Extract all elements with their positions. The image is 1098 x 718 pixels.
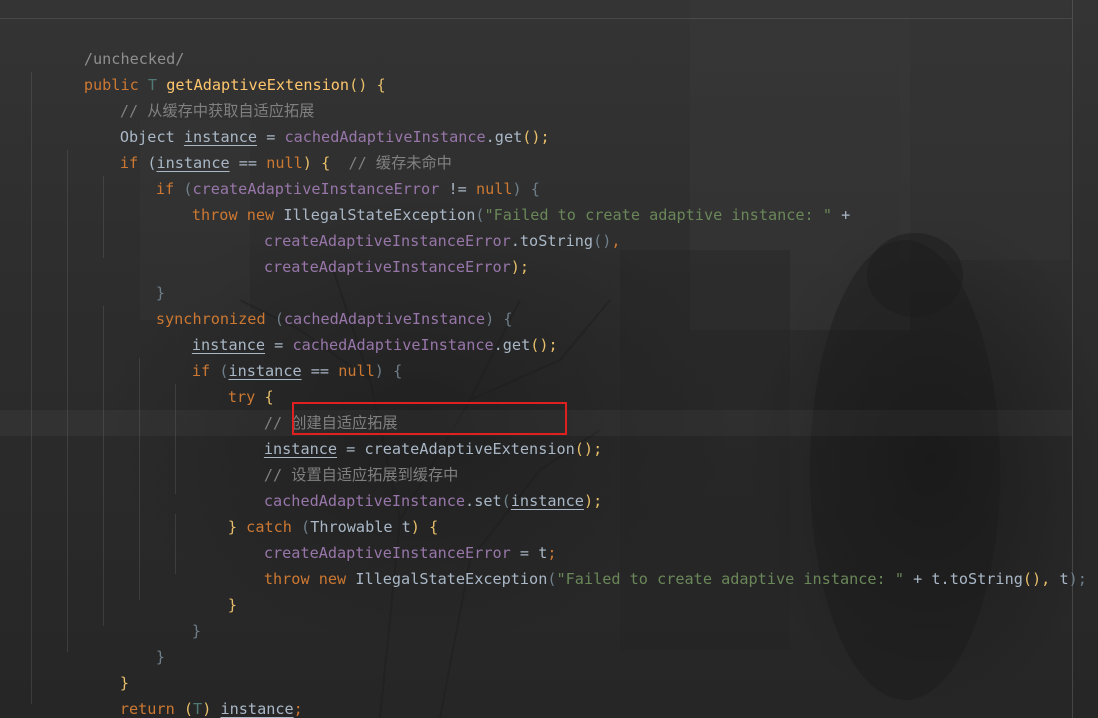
punctuation: ( xyxy=(501,492,511,510)
punctuation: ( xyxy=(183,700,194,718)
code-line-1[interactable]: /unchecked/ xyxy=(29,20,185,68)
code-line-21[interactable]: throw new IllegalStateException("Failed … xyxy=(209,540,1087,588)
code-line-13[interactable]: if (instance == null) { xyxy=(137,332,402,380)
code-line-4[interactable]: Object instance = cachedAdaptiveInstance… xyxy=(65,98,550,146)
field-name: createAdaptiveInstanceError xyxy=(263,258,511,276)
keyword: null xyxy=(338,362,375,380)
method-call: .set xyxy=(465,492,502,510)
code-line-19[interactable]: } catch (Throwable t) { xyxy=(173,488,438,536)
code-line-14[interactable]: try { xyxy=(173,358,274,406)
code-line-5[interactable]: if (instance == null) { // 缓存未命中 xyxy=(65,124,452,172)
operator: == xyxy=(301,362,339,380)
method-call: toString xyxy=(949,570,1023,588)
local-variable: instance xyxy=(220,700,294,718)
indent-guide xyxy=(67,150,68,652)
code-editor[interactable]: /unchecked/ public T getAdaptiveExtensio… xyxy=(0,0,1098,718)
code-line-20[interactable]: createAdaptiveInstanceError = t; xyxy=(209,514,557,562)
type-parameter: T xyxy=(193,700,203,718)
class-name: IllegalStateException xyxy=(355,570,548,588)
keyword: throw xyxy=(263,570,319,588)
code-line-12[interactable]: instance = cachedAdaptiveInstance.get(); xyxy=(137,306,558,354)
operator: + t. xyxy=(903,570,950,588)
code-line-26[interactable]: return (T) instance; xyxy=(65,670,303,718)
punctuation: ; xyxy=(293,700,303,718)
punctuation: ) xyxy=(202,700,221,718)
code-line-6[interactable]: if (createAdaptiveInstanceError != null)… xyxy=(101,150,540,198)
punctuation: (); xyxy=(522,128,550,146)
operator: + xyxy=(831,206,851,224)
punctuation: } xyxy=(191,622,202,640)
punctuation: } xyxy=(227,596,238,614)
red-highlight-box xyxy=(292,402,567,435)
keyword: return xyxy=(119,700,184,718)
parameter: t xyxy=(1059,570,1069,588)
code-line-17[interactable]: // 设置自适应拓展到缓存中 xyxy=(209,436,459,484)
code-line-7[interactable]: throw new IllegalStateException("Failed … xyxy=(137,176,850,224)
string-literal: "Failed to create adaptive instance: " xyxy=(556,570,904,588)
punctuation: (); xyxy=(574,440,603,458)
code-line-27[interactable]: } xyxy=(29,696,93,718)
code-line-18[interactable]: cachedAdaptiveInstance.set(instance); xyxy=(209,462,602,510)
indent-guide xyxy=(31,72,32,704)
code-line-25[interactable]: } xyxy=(65,644,129,692)
punctuation: ) { xyxy=(374,362,403,380)
code-line-22[interactable]: } xyxy=(173,566,237,614)
punctuation: (); xyxy=(530,336,558,354)
punctuation: ); xyxy=(583,492,603,510)
method-call: .get xyxy=(493,336,531,354)
code-line-3[interactable]: // 从缓存中获取自适应拓展 xyxy=(65,72,315,120)
punctuation: ); xyxy=(510,258,530,276)
code-line-24[interactable]: } xyxy=(101,618,165,666)
punctuation: ); xyxy=(1068,570,1087,588)
code-line-11[interactable]: synchronized (cachedAdaptiveInstance) { xyxy=(101,280,513,328)
keyword: new xyxy=(318,570,356,588)
code-line-23[interactable]: } xyxy=(137,592,201,640)
code-line-2[interactable]: public T getAdaptiveExtension() { xyxy=(29,46,386,94)
code-line-8[interactable]: createAdaptiveInstanceError.toString(), xyxy=(209,202,621,250)
code-line-10[interactable]: } xyxy=(101,254,165,302)
method-call: .get xyxy=(485,128,523,146)
punctuation: () { xyxy=(349,76,386,94)
punctuation: (), xyxy=(1022,570,1060,588)
local-variable: instance xyxy=(510,492,584,510)
code-line-9[interactable]: createAdaptiveInstanceError); xyxy=(209,228,529,276)
punctuation: } xyxy=(155,648,166,666)
punctuation: () xyxy=(593,232,612,250)
punctuation: , xyxy=(611,232,621,250)
punctuation: ( xyxy=(547,570,557,588)
